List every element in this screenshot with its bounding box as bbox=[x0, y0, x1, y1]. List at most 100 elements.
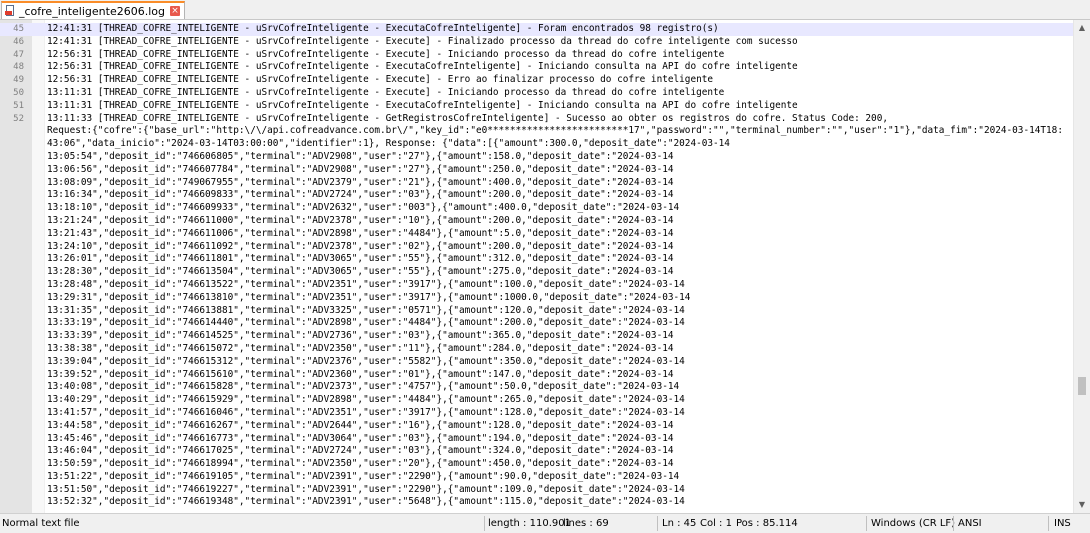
status-encoding: ANSI bbox=[958, 518, 982, 529]
text-line[interactable]: 13:40:08","deposit_id":"746615828","term… bbox=[0, 381, 1074, 394]
text-line[interactable]: 13:08:09","deposit_id":"749067955","term… bbox=[0, 177, 1074, 190]
line-number: 49 bbox=[13, 75, 24, 86]
line-text: 13:18:10","deposit_id":"746609933","term… bbox=[47, 202, 680, 214]
line-text: 13:39:52","deposit_id":"746615610","term… bbox=[47, 368, 674, 380]
status-length: length : 110.901 bbox=[488, 518, 571, 529]
text-line[interactable]: 49 12:56:31 [THREAD_COFRE_INTELIGENTE - u… bbox=[0, 74, 1074, 87]
tab-bar: _cofre_inteligente2606.log × bbox=[0, 0, 1090, 20]
line-number: 52 bbox=[13, 113, 24, 124]
text-line[interactable]: 46 12:41:31 [THREAD_COFRE_INTELIGENTE - u… bbox=[0, 36, 1074, 49]
text-line[interactable]: 13:38:38","deposit_id":"746615072","term… bbox=[0, 343, 1074, 356]
editor-area[interactable]: 45 12:41:31 [THREAD_COFRE_INTELIGENTE - u… bbox=[0, 20, 1090, 513]
line-text: 13:31:35","deposit_id":"746613881","term… bbox=[47, 304, 685, 316]
text-line[interactable]: 13:51:22","deposit_id":"746619105","term… bbox=[0, 471, 1074, 484]
line-text: 13:11:33 [THREAD_COFRE_INTELIGENTE - uSr… bbox=[47, 112, 888, 124]
line-text: 13:50:59","deposit_id":"746618994","term… bbox=[47, 458, 674, 470]
text-line[interactable]: 13:51:50","deposit_id":"746619227","term… bbox=[0, 484, 1074, 497]
scroll-down-icon[interactable]: ▼ bbox=[1074, 497, 1090, 513]
text-line[interactable]: 13:18:10","deposit_id":"746609933","term… bbox=[0, 202, 1074, 215]
text-line[interactable]: Request:{"cofre":{"base_url":"http:\/\/a… bbox=[0, 125, 1074, 138]
text-line[interactable]: 13:31:35","deposit_id":"746613881","term… bbox=[0, 305, 1074, 318]
line-text: 13:08:09","deposit_id":"749067955","term… bbox=[47, 176, 674, 188]
line-text: 13:45:46","deposit_id":"746616773","term… bbox=[47, 432, 674, 444]
status-col: Col : 1 bbox=[700, 518, 732, 529]
text-line[interactable]: 52 13:11:33 [THREAD_COFRE_INTELIGENTE - u… bbox=[0, 113, 1074, 126]
scrollbar-thumb[interactable] bbox=[1078, 377, 1086, 395]
text-line[interactable]: 13:41:57","deposit_id":"746616046","term… bbox=[0, 407, 1074, 420]
line-text: 13:21:24","deposit_id":"746611000","term… bbox=[47, 214, 674, 226]
line-text: 13:06:56","deposit_id":"746607784","term… bbox=[47, 163, 674, 175]
tab-label: _cofre_inteligente2606.log bbox=[19, 4, 165, 18]
line-text: 12:56:31 [THREAD_COFRE_INTELIGENTE - uSr… bbox=[47, 48, 725, 60]
text-line[interactable]: 47 12:56:31 [THREAD_COFRE_INTELIGENTE - u… bbox=[0, 49, 1074, 62]
file-icon bbox=[5, 5, 16, 17]
line-text: 13:46:04","deposit_id":"746617025","term… bbox=[47, 445, 674, 457]
line-text: 13:11:31 [THREAD_COFRE_INTELIGENTE - uSr… bbox=[47, 86, 725, 98]
line-text: 13:16:34","deposit_id":"746609833","term… bbox=[47, 189, 674, 201]
line-text: 13:40:08","deposit_id":"746615828","term… bbox=[47, 381, 680, 393]
line-text: Request:{"cofre":{"base_url":"http:\/\/a… bbox=[47, 125, 1063, 137]
line-text: 13:44:58","deposit_id":"746616267","term… bbox=[47, 419, 674, 431]
text-line[interactable]: 13:39:52","deposit_id":"746615610","term… bbox=[0, 369, 1074, 382]
text-line[interactable]: 13:28:48","deposit_id":"746613522","term… bbox=[0, 279, 1074, 292]
line-text: 13:52:32","deposit_id":"746619348","term… bbox=[47, 496, 685, 508]
line-text: 13:33:19","deposit_id":"746614440","term… bbox=[47, 317, 685, 329]
text-line[interactable]: 13:39:04","deposit_id":"746615312","term… bbox=[0, 356, 1074, 369]
line-text: 12:56:31 [THREAD_COFRE_INTELIGENTE - uSr… bbox=[47, 61, 798, 73]
text-line[interactable]: 13:45:46","deposit_id":"746616773","term… bbox=[0, 433, 1074, 446]
text-line[interactable]: 13:33:19","deposit_id":"746614440","term… bbox=[0, 317, 1074, 330]
text-line[interactable]: 50 13:11:31 [THREAD_COFRE_INTELIGENTE - u… bbox=[0, 87, 1074, 100]
line-number: 47 bbox=[13, 49, 24, 60]
close-icon[interactable]: × bbox=[169, 6, 180, 16]
status-eol: Windows (CR LF) bbox=[871, 518, 956, 529]
text-line[interactable]: 13:06:56","deposit_id":"746607784","term… bbox=[0, 164, 1074, 177]
line-text: 13:51:22","deposit_id":"746619105","term… bbox=[47, 470, 680, 482]
line-text: 13:51:50","deposit_id":"746619227","term… bbox=[47, 483, 685, 495]
line-number: 48 bbox=[13, 62, 24, 73]
vertical-scrollbar[interactable]: ▲ ▼ bbox=[1073, 20, 1090, 513]
text-line[interactable]: 13:46:04","deposit_id":"746617025","term… bbox=[0, 445, 1074, 458]
text-line[interactable]: 13:16:34","deposit_id":"746609833","term… bbox=[0, 189, 1074, 202]
line-number: 46 bbox=[13, 36, 24, 47]
text-line[interactable]: 13:33:39","deposit_id":"746614525","term… bbox=[0, 330, 1074, 343]
line-text: 13:41:57","deposit_id":"746616046","term… bbox=[47, 406, 685, 418]
line-text: 13:21:43","deposit_id":"746611006","term… bbox=[47, 227, 674, 239]
text-line[interactable]: 13:26:01","deposit_id":"746611801","term… bbox=[0, 253, 1074, 266]
text-line[interactable]: 13:29:31","deposit_id":"746613810","term… bbox=[0, 292, 1074, 305]
text-lines: 45 12:41:31 [THREAD_COFRE_INTELIGENTE - u… bbox=[0, 23, 1074, 509]
text-line[interactable]: 13:24:10","deposit_id":"746611092","term… bbox=[0, 241, 1074, 254]
text-line[interactable]: 13:52:32","deposit_id":"746619348","term… bbox=[0, 496, 1074, 509]
status-lines: lines : 69 bbox=[563, 518, 609, 529]
status-pos: Pos : 85.114 bbox=[736, 518, 798, 529]
text-line[interactable]: 48 12:56:31 [THREAD_COFRE_INTELIGENTE - u… bbox=[0, 61, 1074, 74]
line-text: 13:11:31 [THREAD_COFRE_INTELIGENTE - uSr… bbox=[47, 99, 798, 111]
line-number: 51 bbox=[13, 100, 24, 111]
tab-file[interactable]: _cofre_inteligente2606.log × bbox=[1, 1, 185, 19]
text-line[interactable]: 43:06","data_inicio":"2024-03-14T03:00:0… bbox=[0, 138, 1074, 151]
status-bar: Normal text file length : 110.901 lines … bbox=[0, 513, 1090, 533]
line-text: 13:28:48","deposit_id":"746613522","term… bbox=[47, 278, 685, 290]
line-text: 13:28:30","deposit_id":"746613504","term… bbox=[47, 266, 674, 278]
status-file-type: Normal text file bbox=[2, 518, 80, 529]
text-line[interactable]: 13:40:29","deposit_id":"746615929","term… bbox=[0, 394, 1074, 407]
line-text: 12:56:31 [THREAD_COFRE_INTELIGENTE - uSr… bbox=[47, 74, 714, 86]
text-line[interactable]: 13:05:54","deposit_id":"746606805","term… bbox=[0, 151, 1074, 164]
status-ln: Ln : 45 bbox=[662, 518, 697, 529]
scroll-up-icon[interactable]: ▲ bbox=[1074, 20, 1090, 36]
text-line[interactable]: 13:21:43","deposit_id":"746611006","term… bbox=[0, 228, 1074, 241]
text-line[interactable]: 13:44:58","deposit_id":"746616267","term… bbox=[0, 420, 1074, 433]
text-line[interactable]: 13:50:59","deposit_id":"746618994","term… bbox=[0, 458, 1074, 471]
line-text: 13:40:29","deposit_id":"746615929","term… bbox=[47, 394, 685, 406]
line-text: 13:26:01","deposit_id":"746611801","term… bbox=[47, 253, 674, 265]
text-line[interactable]: 51 13:11:31 [THREAD_COFRE_INTELIGENTE - u… bbox=[0, 100, 1074, 113]
line-text: 13:39:04","deposit_id":"746615312","term… bbox=[47, 355, 685, 367]
text-line[interactable]: 45 12:41:31 [THREAD_COFRE_INTELIGENTE - u… bbox=[0, 23, 1074, 36]
line-text: 43:06","data_inicio":"2024-03-14T03:00:0… bbox=[47, 138, 730, 150]
text-line[interactable]: 13:21:24","deposit_id":"746611000","term… bbox=[0, 215, 1074, 228]
line-number: 50 bbox=[13, 87, 24, 98]
text-line[interactable]: 13:28:30","deposit_id":"746613504","term… bbox=[0, 266, 1074, 279]
line-text: 13:38:38","deposit_id":"746615072","term… bbox=[47, 342, 674, 354]
status-insert-mode: INS bbox=[1054, 518, 1071, 529]
line-text: 12:41:31 [THREAD_COFRE_INTELIGENTE - uSr… bbox=[47, 23, 719, 34]
line-text: 13:05:54","deposit_id":"746606805","term… bbox=[47, 150, 674, 162]
